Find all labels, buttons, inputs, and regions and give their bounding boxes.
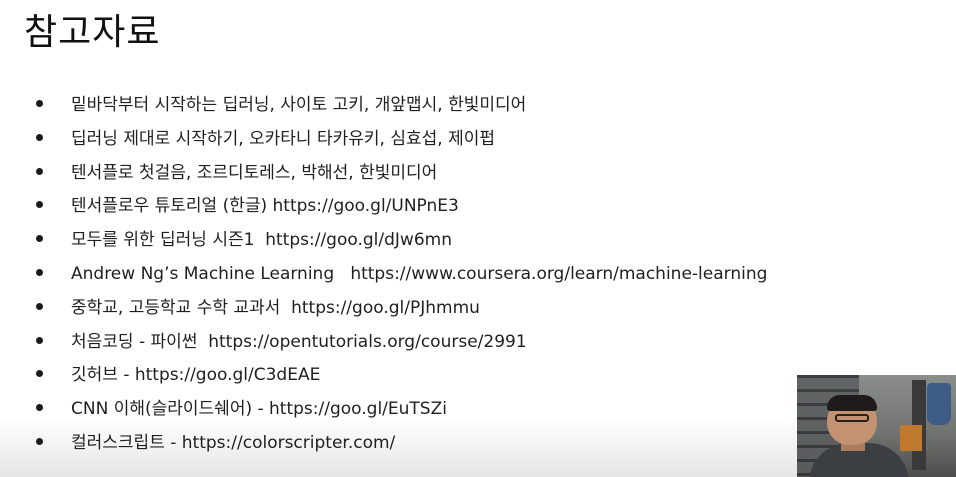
- bullet-icon: [36, 302, 43, 310]
- reference-text[interactable]: 처음코딩 - 파이썬 https://opentutorials.org/cou…: [71, 332, 527, 352]
- reference-item: 텐서플로 첫걸음, 조르디토레스, 박해선, 한빛미디어: [36, 157, 767, 191]
- presenter-webcam: [797, 375, 956, 477]
- reference-item[interactable]: 깃허브 - https://goo.gl/C3dEAE: [36, 359, 767, 393]
- slide-title: 참고자료: [24, 12, 161, 53]
- bullet-icon: [36, 404, 43, 412]
- reference-text: 딥러닝 제대로 시작하기, 오카타니 타카유키, 심효섭, 제이펍: [71, 128, 495, 149]
- reference-item[interactable]: 텐서플로우 튜토리얼 (한글) https://goo.gl/UNPnE3: [36, 190, 767, 224]
- reference-item: 딥러닝 제대로 시작하기, 오카타니 타카유키, 심효섭, 제이펍: [36, 123, 767, 157]
- reference-item: 밑바닥부터 시작하는 딥러닝, 사이토 고키, 개앞맵시, 한빛미디어: [36, 89, 767, 123]
- bullet-icon: [36, 201, 43, 209]
- presenter-hair: [827, 395, 877, 411]
- reference-item[interactable]: 중학교, 고등학교 수학 교과서 https://goo.gl/PJhmmu: [36, 292, 767, 326]
- reference-item[interactable]: CNN 이해(슬라이드쉐어) - https://goo.gl/EuTSZi: [36, 393, 767, 427]
- bullet-icon: [36, 133, 43, 141]
- reference-text[interactable]: 중학교, 고등학교 수학 교과서 https://goo.gl/PJhmmu: [71, 298, 480, 318]
- reference-text[interactable]: CNN 이해(슬라이드쉐어) - https://goo.gl/EuTSZi: [71, 399, 447, 419]
- reference-text: 텐서플로 첫걸음, 조르디토레스, 박해선, 한빛미디어: [71, 162, 438, 183]
- bullet-icon: [36, 437, 43, 445]
- presenter-glasses: [835, 414, 869, 422]
- reference-item[interactable]: 컬러스크립트 - https://colorscripter.com/: [36, 427, 767, 461]
- reference-text[interactable]: Andrew Ng’s Machine Learning https://www…: [71, 264, 767, 284]
- bullet-icon: [36, 100, 43, 107]
- reference-text: 밑바닥부터 시작하는 딥러닝, 사이토 고키, 개앞맵시, 한빛미디어: [71, 95, 527, 115]
- reference-item[interactable]: Andrew Ng’s Machine Learning https://www…: [36, 258, 767, 292]
- reference-item[interactable]: 처음코딩 - 파이썬 https://opentutorials.org/cou…: [36, 326, 767, 360]
- bullet-icon: [36, 235, 43, 243]
- bullet-icon: [36, 268, 43, 276]
- reference-list: 밑바닥부터 시작하는 딥러닝, 사이토 고키, 개앞맵시, 한빛미디어 딥러닝 …: [36, 89, 767, 461]
- bullet-icon: [36, 370, 43, 378]
- webcam-jacket: [927, 383, 951, 425]
- reference-item[interactable]: 모두를 위한 딥러닝 시즌1 https://goo.gl/dJw6mn: [36, 224, 767, 258]
- webcam-box: [900, 425, 922, 451]
- reference-text[interactable]: 텐서플로우 튜토리얼 (한글) https://goo.gl/UNPnE3: [71, 196, 459, 216]
- reference-text[interactable]: 깃허브 - https://goo.gl/C3dEAE: [71, 365, 320, 385]
- reference-text[interactable]: 모두를 위한 딥러닝 시즌1 https://goo.gl/dJw6mn: [71, 230, 452, 250]
- reference-text[interactable]: 컬러스크립트 - https://colorscripter.com/: [71, 433, 395, 453]
- bullet-icon: [36, 167, 43, 175]
- bullet-icon: [36, 336, 43, 344]
- slide: 참고자료 밑바닥부터 시작하는 딥러닝, 사이토 고키, 개앞맵시, 한빛미디어…: [0, 0, 956, 477]
